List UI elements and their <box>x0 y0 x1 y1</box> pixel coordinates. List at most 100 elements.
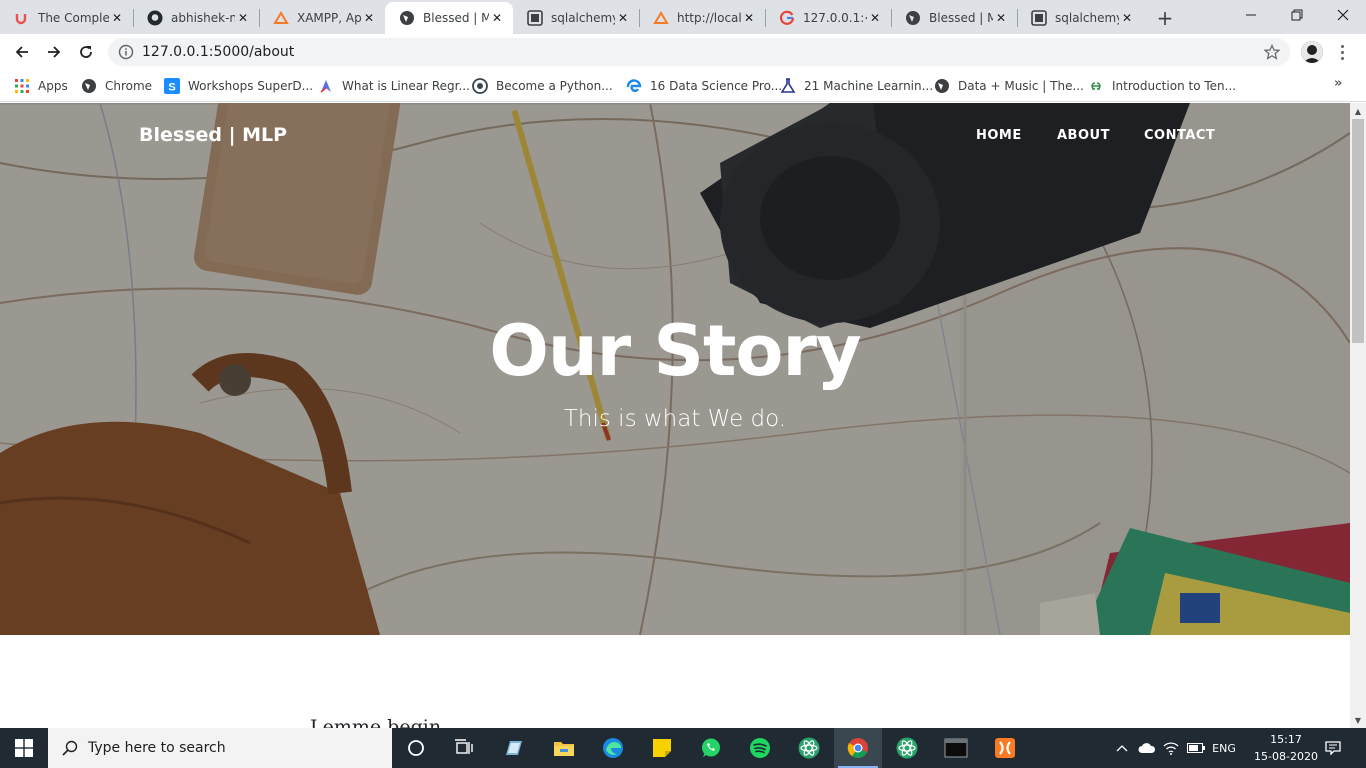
taskbar-app-spotify[interactable] <box>736 728 784 768</box>
close-icon[interactable]: ✕ <box>1119 10 1135 26</box>
close-icon[interactable]: ✕ <box>361 10 377 26</box>
info-icon[interactable] <box>118 44 134 60</box>
edge-icon <box>626 78 642 94</box>
close-icon[interactable]: ✕ <box>109 10 125 26</box>
udemy-icon <box>14 10 30 26</box>
bookmark-label: Become a Python... <box>496 79 613 93</box>
taskbar-app-edge[interactable] <box>589 728 637 768</box>
taskbar-app-sticky-notes[interactable] <box>638 728 686 768</box>
close-icon <box>1337 9 1349 21</box>
new-tab-button[interactable]: + <box>1153 6 1177 30</box>
tab-title: sqlalchemy. <box>551 11 615 25</box>
xampp-icon <box>653 10 669 26</box>
tab-title: http://localh <box>677 11 741 25</box>
tab-blessed-active[interactable]: Blessed | ML ✕ <box>385 2 513 34</box>
github-icon <box>147 10 163 26</box>
cortana-button[interactable] <box>392 728 440 768</box>
s-icon: S <box>164 78 180 94</box>
taskbar-search-box[interactable]: Type here to search <box>48 728 392 768</box>
xampp-icon <box>995 738 1015 758</box>
docs-icon <box>1031 10 1047 26</box>
bookmark-data-science[interactable]: 16 Data Science Pro... <box>626 76 782 96</box>
nav-home-link[interactable]: HOME <box>976 128 1022 143</box>
tab-sqlalchemy[interactable]: sqlalchemy. ✕ <box>513 2 639 34</box>
bookmark-python[interactable]: Become a Python... <box>472 76 613 96</box>
bookmark-apps[interactable]: Apps <box>14 76 68 96</box>
hero-title: Our Story <box>489 310 861 392</box>
taskbar-app-file-manager-blue[interactable] <box>490 728 538 768</box>
start-button[interactable] <box>0 728 48 768</box>
bookmark-label: Apps <box>38 79 68 93</box>
tray-overflow-chevron-up-icon[interactable] <box>1112 728 1132 768</box>
atom-icon <box>798 737 820 759</box>
globe-icon <box>399 10 415 26</box>
sticky-note-icon <box>653 739 671 757</box>
nav-contact-link[interactable]: CONTACT <box>1144 128 1215 143</box>
tab-strip: The Complete ✕ abhishek-ne ✕ XAMPP, Ap ✕… <box>0 0 1366 34</box>
tab-github[interactable]: abhishek-ne ✕ <box>133 2 259 34</box>
star-icon[interactable] <box>1263 44 1281 60</box>
bookmark-chrome[interactable]: Chrome <box>81 76 152 96</box>
close-icon[interactable]: ✕ <box>741 10 757 26</box>
bookmark-data-music[interactable]: Data + Music | The... <box>934 76 1084 96</box>
close-icon[interactable]: ✕ <box>615 10 631 26</box>
minimize-button[interactable] <box>1228 0 1274 30</box>
taskbar-app-atom-2[interactable] <box>883 728 931 768</box>
address-bar[interactable]: 127.0.0.1:5000/about <box>108 38 1290 66</box>
menu-dot <box>1340 44 1344 48</box>
site-brand-link[interactable]: Blessed | MLP <box>139 124 287 146</box>
task-view-button[interactable] <box>440 728 488 768</box>
taskbar-app-terminal[interactable] <box>932 728 980 768</box>
arrow-left-icon <box>15 46 28 58</box>
search-placeholder: Type here to search <box>88 740 226 756</box>
clock-date: 15-08-2020 <box>1254 750 1318 763</box>
close-icon[interactable]: ✕ <box>993 10 1009 26</box>
close-icon[interactable]: ✕ <box>489 10 505 26</box>
taskbar-app-xampp[interactable] <box>981 728 1029 768</box>
taskbar-app-whatsapp[interactable] <box>687 728 735 768</box>
atom-icon <box>896 737 918 759</box>
back-button[interactable] <box>8 38 36 66</box>
tab-localhost[interactable]: http://localh ✕ <box>639 2 765 34</box>
tab-title: Blessed | ML <box>929 11 993 25</box>
wifi-icon[interactable] <box>1160 728 1182 768</box>
scrollbar-thumb[interactable] <box>1352 119 1364 343</box>
taskbar-app-chrome[interactable] <box>834 728 882 768</box>
close-icon[interactable]: ✕ <box>867 10 883 26</box>
browser-menu-button[interactable] <box>1336 41 1348 63</box>
bookmark-machine-learning[interactable]: 21 Machine Learnin... <box>780 76 933 96</box>
tab-blessed[interactable]: Blessed | ML ✕ <box>891 2 1017 34</box>
taskbar-app-file-explorer[interactable] <box>540 728 588 768</box>
taskbar-clock[interactable]: 15:17 15-08-2020 <box>1254 731 1318 765</box>
profile-avatar[interactable] <box>1301 41 1323 63</box>
restore-button[interactable] <box>1274 0 1320 30</box>
taskbar-app-atom[interactable] <box>785 728 833 768</box>
bookmark-workshops[interactable]: S Workshops SuperD... <box>164 76 313 96</box>
chrome-icon <box>847 738 868 758</box>
tab-sqlalchemy-2[interactable]: sqlalchemy. ✕ <box>1017 2 1143 34</box>
bookmarks-overflow-chevron-icon[interactable]: » <box>1334 76 1350 92</box>
forward-button[interactable] <box>40 38 68 66</box>
close-icon[interactable]: ✕ <box>235 10 251 26</box>
tab-udemy[interactable]: The Complete ✕ <box>0 2 133 34</box>
spotify-icon <box>750 738 770 758</box>
language-indicator[interactable]: ENG <box>1208 728 1240 768</box>
tab-google[interactable]: 127.0.0.1:<p ✕ <box>765 2 891 34</box>
url-text[interactable]: 127.0.0.1:5000/about <box>142 44 1264 60</box>
action-center-notification-icon[interactable] <box>1320 728 1346 768</box>
bookmark-label: 16 Data Science Pro... <box>650 79 783 93</box>
onedrive-cloud-icon[interactable] <box>1136 728 1158 768</box>
bookmark-tensorflow[interactable]: Introduction to Ten... <box>1088 76 1236 96</box>
hero-subtitle: This is what We do. <box>563 406 787 432</box>
scroll-up-arrow-icon[interactable]: ▲ <box>1350 103 1366 119</box>
close-window-button[interactable] <box>1320 0 1366 30</box>
bookmark-linear-regression[interactable]: What is Linear Regr... <box>318 76 470 96</box>
battery-icon[interactable] <box>1184 728 1208 768</box>
nav-about-link[interactable]: ABOUT <box>1057 128 1110 143</box>
scroll-down-arrow-icon[interactable]: ▼ <box>1350 712 1366 728</box>
restore-icon <box>1291 9 1303 21</box>
tab-xampp[interactable]: XAMPP, Ap ✕ <box>259 2 385 34</box>
cortana-circle-icon <box>408 740 424 756</box>
reload-button[interactable] <box>72 38 100 66</box>
bookmark-label: Workshops SuperD... <box>188 79 314 93</box>
